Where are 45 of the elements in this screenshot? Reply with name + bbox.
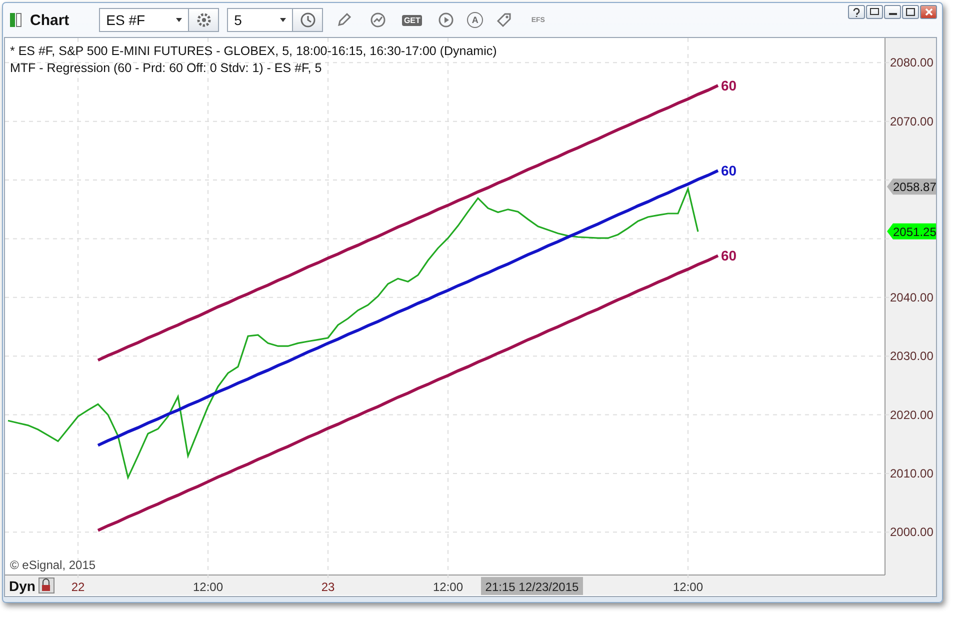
- gear-icon: [196, 12, 212, 28]
- time-axis-mode[interactable]: Dyn: [9, 578, 36, 594]
- price-axis-label: 2020.00: [890, 408, 934, 422]
- chart-app-icon: [10, 12, 22, 28]
- play-icon: [438, 12, 454, 28]
- chart-legend: MTF - Regression (60 - Prd: 60 Off: 0 Stdv: 1) - ES #F, 5: [10, 61, 322, 75]
- window-icon: [870, 8, 879, 16]
- crosshair-time-label: 21:15 12/23/2015: [481, 577, 583, 595]
- line-chart-icon: [370, 12, 386, 28]
- time-axis-label: 23: [321, 580, 335, 594]
- undock-button[interactable]: [866, 5, 883, 19]
- close-button[interactable]: [920, 5, 937, 19]
- interval-field[interactable]: 5: [227, 8, 294, 32]
- settings-button[interactable]: [189, 8, 220, 32]
- help-button[interactable]: [848, 5, 865, 19]
- regression-label: 60: [721, 162, 737, 179]
- price-axis-label: 2030.00: [890, 349, 934, 364]
- maximize-icon: [906, 8, 915, 16]
- time-axis-label: 12:00: [192, 580, 224, 594]
- regression-label: 60: [721, 248, 737, 264]
- clock-icon: [300, 12, 316, 28]
- price-axis-label: 2040.00: [890, 290, 934, 304]
- time-axis-label: 12:00: [672, 580, 704, 594]
- time-axis-label: 12:00: [432, 580, 464, 594]
- price-badge: 2058.87: [887, 178, 936, 195]
- price-axis-label: 2070.00: [890, 114, 934, 128]
- price-axis-label: 2010.00: [890, 466, 934, 480]
- window-title: Chart: [30, 12, 70, 28]
- time-axis-label: 22: [71, 580, 85, 594]
- minimize-button[interactable]: [884, 5, 901, 19]
- copyright-text: © eSignal, 2015: [10, 558, 96, 572]
- pencil-icon: [336, 12, 352, 28]
- alert-tool[interactable]: A: [467, 12, 484, 28]
- chart-legend: * ES #F, S&P 500 E-MINI FUTURES - GLOBEX, 5, 18:00-16:15, 16:30-17:00 (Dynamic): [10, 44, 497, 58]
- question-icon: [853, 8, 860, 16]
- lock-icon[interactable]: [38, 578, 54, 594]
- clock-button[interactable]: [293, 8, 324, 32]
- symbol-field[interactable]: ES #F: [99, 8, 190, 32]
- price-axis-label: 2080.00: [890, 56, 934, 70]
- close-icon: [924, 8, 932, 16]
- price-axis-label: 2000.00: [890, 525, 934, 540]
- maximize-button[interactable]: [902, 5, 919, 19]
- regression-label: 60: [721, 78, 737, 94]
- get-tool[interactable]: GET: [399, 8, 426, 32]
- tag-icon: [496, 12, 512, 28]
